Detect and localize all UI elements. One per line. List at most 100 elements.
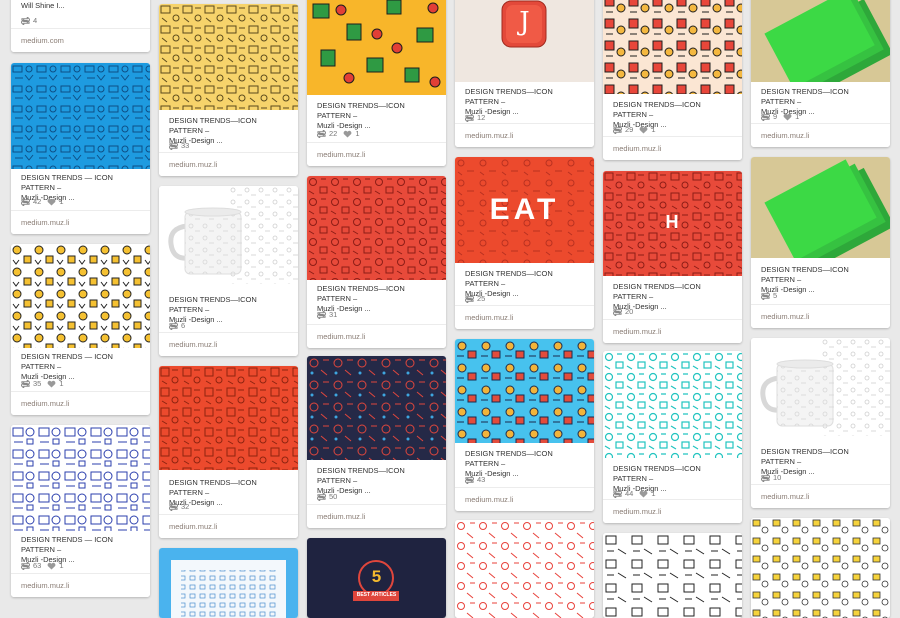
- pin-card[interactable]: [455, 520, 594, 618]
- repin-icon[interactable]: [21, 379, 30, 388]
- repin-count: 29: [625, 125, 634, 134]
- pin-source[interactable]: medium.muz.li: [307, 324, 446, 348]
- pin-card[interactable]: DESIGN TRENDS—ICON PATTERN – Muzli -Desi…: [603, 351, 742, 523]
- pin-source[interactable]: medium.muz.li: [455, 123, 594, 147]
- pin-card-top[interactable]: Will Shine I... 4 medium.com: [11, 0, 150, 52]
- heart-icon[interactable]: [783, 113, 792, 121]
- pin-card[interactable]: DESIGN TRENDS — ICON PATTERN – Muzli -De…: [11, 244, 150, 415]
- pin-source[interactable]: medium.muz.li: [11, 391, 150, 415]
- icon-pattern-image[interactable]: [455, 520, 594, 618]
- pin-card[interactable]: DESIGN TRENDS—ICON PATTERN – Muzli -Desi…: [751, 157, 890, 328]
- heart-icon[interactable]: [343, 130, 352, 138]
- green-notebooks-image[interactable]: [751, 157, 890, 258]
- repin-icon[interactable]: [169, 502, 178, 511]
- repin-count: 25: [477, 294, 486, 303]
- mug-image[interactable]: [751, 338, 890, 436]
- icon-pattern-image[interactable]: [603, 0, 742, 94]
- repin-icon[interactable]: [613, 307, 622, 316]
- icon-pattern-image[interactable]: [11, 244, 150, 348]
- app-tile-image[interactable]: J: [455, 0, 594, 82]
- pin-source[interactable]: medium.muz.li: [751, 304, 890, 328]
- pin-source[interactable]: medium.com: [11, 28, 150, 52]
- pin-source[interactable]: medium.muz.li: [11, 573, 150, 597]
- repin-icon[interactable]: [761, 473, 770, 482]
- repin-count: 50: [329, 492, 338, 501]
- green-notebooks-image[interactable]: [751, 0, 890, 82]
- pin-source[interactable]: medium.muz.li: [455, 487, 594, 511]
- heart-icon[interactable]: [47, 380, 56, 388]
- pin-stats: 31: [317, 310, 337, 319]
- pin-card[interactable]: DESIGN TRENDS—ICON PATTERN – Muzli -Desi…: [159, 4, 298, 176]
- repin-icon[interactable]: [21, 16, 30, 25]
- pin-card[interactable]: DESIGN TRENDS—ICON PATTERN – Muzli -Desi…: [603, 0, 742, 160]
- pin-card[interactable]: DESIGN TRENDS—ICON PATTERN – Muzli -Desi…: [751, 0, 890, 147]
- pin-card[interactable]: DESIGN TRENDS—ICON PATTERN – Muzli -Desi…: [159, 186, 298, 356]
- pin-card[interactable]: DESIGN TRENDS—ICON PATTERN – Muzli -Desi…: [159, 366, 298, 538]
- repin-icon[interactable]: [613, 125, 622, 134]
- icon-pattern-image[interactable]: [159, 366, 298, 470]
- pin-source[interactable]: medium.muz.li: [751, 123, 890, 147]
- repin-icon[interactable]: [761, 291, 770, 300]
- icon-pattern-image[interactable]: [307, 0, 446, 95]
- pin-source[interactable]: medium.muz.li: [751, 484, 890, 508]
- repin-count: 32: [181, 502, 190, 511]
- repin-count: 63: [33, 561, 42, 570]
- heart-icon[interactable]: [639, 490, 648, 498]
- icon-pattern-image[interactable]: [751, 518, 890, 618]
- icon-pattern-image[interactable]: EAT: [455, 157, 594, 263]
- icon-pattern-image[interactable]: [307, 356, 446, 460]
- pin-card[interactable]: 5 BEST ARTICLES: [307, 538, 446, 618]
- pin-card[interactable]: DESIGN TRENDS—ICON PATTERN – Muzli -Desi…: [455, 339, 594, 511]
- pin-card[interactable]: [751, 518, 890, 618]
- pin-card[interactable]: EAT DESIGN TRENDS—ICON PATTERN – Muzli -…: [455, 157, 594, 329]
- repin-icon[interactable]: [317, 492, 326, 501]
- repin-icon[interactable]: [169, 321, 178, 330]
- repin-count: 44: [625, 489, 634, 498]
- repin-icon[interactable]: [317, 129, 326, 138]
- best-articles-image[interactable]: 5 BEST ARTICLES: [307, 538, 446, 618]
- repin-count: 6: [181, 321, 186, 330]
- pin-card[interactable]: [603, 533, 742, 618]
- pin-source[interactable]: medium.muz.li: [307, 142, 446, 166]
- pin-card[interactable]: DESIGN TRENDS — ICON PATTERN – Muzli -De…: [11, 425, 150, 597]
- pin-card[interactable]: J DESIGN TRENDS—ICON PATTERN – Muzli -De…: [455, 0, 594, 147]
- heart-icon[interactable]: [639, 126, 648, 134]
- pin-source[interactable]: medium.muz.li: [455, 305, 594, 329]
- icon-pattern-image[interactable]: [455, 339, 594, 443]
- pin-source[interactable]: medium.muz.li: [603, 136, 742, 160]
- repin-icon[interactable]: [21, 197, 30, 206]
- mug-image[interactable]: [159, 186, 298, 284]
- pin-card[interactable]: H DESIGN TRENDS—ICON PATTERN – Muzli -De…: [603, 171, 742, 343]
- repin-icon[interactable]: [317, 310, 326, 319]
- pin-source[interactable]: medium.muz.li: [159, 514, 298, 538]
- repin-icon[interactable]: [761, 112, 770, 121]
- heart-icon[interactable]: [47, 562, 56, 570]
- pin-card[interactable]: DESIGN TRENDS—ICON PATTERN – Muzli -Desi…: [307, 0, 446, 166]
- icon-pattern-image[interactable]: [603, 533, 742, 618]
- pin-card[interactable]: DESIGN TRENDS—ICON PATTERN – Muzli -Desi…: [307, 356, 446, 528]
- repin-icon[interactable]: [465, 294, 474, 303]
- icon-pattern-image[interactable]: [603, 351, 742, 458]
- icon-pattern-image[interactable]: [159, 4, 298, 110]
- heart-icon[interactable]: [47, 198, 56, 206]
- icon-pattern-image[interactable]: [307, 176, 446, 280]
- pin-source[interactable]: medium.muz.li: [11, 210, 150, 234]
- repin-icon[interactable]: [613, 489, 622, 498]
- pin-source[interactable]: medium.muz.li: [159, 332, 298, 356]
- pin-source[interactable]: medium.muz.li: [159, 152, 298, 176]
- repin-icon[interactable]: [465, 475, 474, 484]
- repin-icon[interactable]: [465, 113, 474, 122]
- repin-icon[interactable]: [169, 141, 178, 150]
- pin-source[interactable]: medium.muz.li: [603, 319, 742, 343]
- badge-number: 5: [371, 567, 382, 586]
- icon-pattern-image[interactable]: [11, 425, 150, 531]
- pin-source[interactable]: medium.muz.li: [603, 499, 742, 523]
- icon-pattern-image[interactable]: H: [603, 171, 742, 276]
- pin-card[interactable]: DESIGN TRENDS — ICON PATTERN – Muzli -De…: [11, 63, 150, 234]
- repin-icon[interactable]: [21, 561, 30, 570]
- pin-card[interactable]: DESIGN TRENDS—ICON PATTERN – Muzli -Desi…: [751, 338, 890, 508]
- pin-source[interactable]: medium.muz.li: [307, 504, 446, 528]
- icon-pattern-image[interactable]: [11, 63, 150, 169]
- pin-card[interactable]: DESIGN TRENDS—ICON PATTERN – Muzli -Desi…: [307, 176, 446, 348]
- repin-count: 10: [773, 473, 782, 482]
